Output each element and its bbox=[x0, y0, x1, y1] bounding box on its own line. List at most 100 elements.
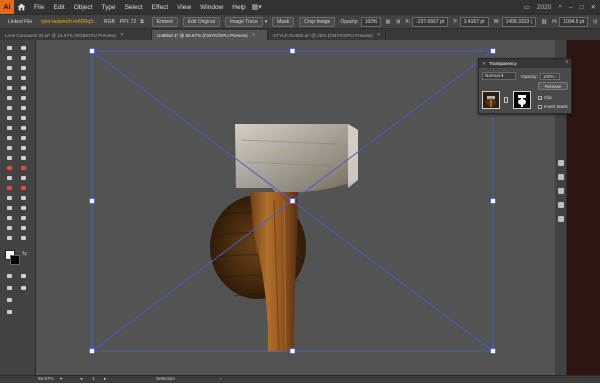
gradient-mode-icon[interactable] bbox=[19, 272, 28, 280]
menu-help[interactable]: Help bbox=[232, 4, 245, 11]
brushes-panel-icon[interactable] bbox=[558, 160, 564, 166]
opacity-mask-thumbnail[interactable] bbox=[513, 91, 531, 109]
align-icon[interactable]: ▤ bbox=[385, 19, 390, 25]
release-button[interactable]: Release bbox=[538, 82, 568, 90]
menu-select[interactable]: Select bbox=[125, 4, 143, 11]
screen-mode-icon[interactable] bbox=[5, 296, 14, 304]
crop-image-button[interactable]: Crop Image bbox=[299, 16, 336, 27]
minimize-icon[interactable]: – bbox=[569, 4, 573, 11]
y-field[interactable]: 3.4167 pt bbox=[459, 16, 489, 27]
slice-tool-icon[interactable] bbox=[5, 184, 14, 192]
mask-button[interactable]: Mask bbox=[272, 16, 295, 27]
object-thumbnail[interactable] bbox=[482, 91, 500, 109]
blend-mode-dropdown[interactable]: Normal ▾ bbox=[482, 72, 516, 80]
artboard-tool-icon[interactable] bbox=[19, 174, 28, 182]
reflect-tool-icon[interactable] bbox=[19, 114, 28, 122]
type-tool-icon[interactable] bbox=[5, 74, 14, 82]
menu-type[interactable]: Type bbox=[101, 4, 115, 11]
pencil-tool-icon[interactable] bbox=[19, 94, 28, 102]
column-graph-tool-icon[interactable] bbox=[5, 174, 14, 182]
symbol-sprayer-tool-icon[interactable] bbox=[19, 164, 28, 172]
chevron-down-icon[interactable]: ▾ bbox=[265, 19, 268, 25]
tab-untitled-1[interactable]: Untitled-1* @ 66.67% (CMYK/GPU Preview) ✕ bbox=[152, 30, 268, 40]
link-mask-icon[interactable] bbox=[504, 97, 508, 103]
draw-behind-icon[interactable] bbox=[19, 284, 28, 292]
more-tools-icon[interactable] bbox=[5, 308, 14, 316]
opacity-field[interactable]: 100% bbox=[360, 16, 382, 27]
menu-file[interactable]: File bbox=[34, 4, 44, 11]
live-paint-tool-icon[interactable] bbox=[19, 214, 28, 222]
mesh-tool-icon[interactable] bbox=[19, 144, 28, 152]
selection-tool-icon[interactable] bbox=[5, 44, 14, 52]
stroke-panel-icon[interactable] bbox=[558, 188, 564, 194]
star-tool-icon[interactable] bbox=[19, 204, 28, 212]
home-icon[interactable] bbox=[14, 0, 28, 14]
eraser-tool-icon[interactable] bbox=[5, 104, 14, 112]
close-tab-icon[interactable]: ✕ bbox=[377, 32, 381, 38]
constrain-icon[interactable]: ⛓ bbox=[541, 19, 547, 25]
restore-icon[interactable]: □ bbox=[580, 4, 584, 11]
rotate-tool-icon[interactable] bbox=[5, 114, 14, 122]
gradient-tool-icon[interactable] bbox=[5, 154, 14, 162]
x-field[interactable]: -237.6667 pt bbox=[412, 16, 449, 27]
magic-wand-tool-icon[interactable] bbox=[5, 54, 14, 62]
embed-button[interactable]: Embed bbox=[151, 16, 178, 27]
eyedropper-tool-icon[interactable] bbox=[19, 154, 28, 162]
arrange-documents-icon[interactable]: ▦▾ bbox=[252, 3, 262, 11]
next-artboard-icon[interactable]: ▸ bbox=[104, 376, 106, 382]
close-panel-icon[interactable]: ✕ bbox=[482, 61, 486, 67]
prev-artboard-icon[interactable]: ◂ bbox=[80, 376, 82, 382]
menu-window[interactable]: Window bbox=[200, 4, 223, 11]
link-icon[interactable]: ⧉ bbox=[140, 19, 144, 25]
pen-tool-icon[interactable] bbox=[5, 64, 14, 72]
twirl-tool-icon[interactable] bbox=[19, 234, 28, 242]
transform-icon[interactable]: ⊡ bbox=[593, 19, 597, 25]
draw-normal-icon[interactable] bbox=[5, 284, 14, 292]
zoom-tool-icon[interactable] bbox=[5, 194, 14, 202]
free-transform-tool-icon[interactable] bbox=[5, 134, 14, 142]
search-icon[interactable]: ⌕ bbox=[558, 3, 562, 11]
menu-object[interactable]: Object bbox=[74, 4, 93, 11]
swap-colors-icon[interactable]: ⇆ bbox=[22, 250, 27, 257]
zoom-level[interactable]: 66.67% bbox=[38, 376, 54, 381]
symbols-panel-icon[interactable] bbox=[558, 174, 564, 180]
panel-title[interactable]: Transparency bbox=[489, 61, 517, 66]
menu-effect[interactable]: Effect bbox=[152, 4, 169, 11]
blend-tool-icon[interactable] bbox=[5, 164, 14, 172]
smooth-tool-icon[interactable] bbox=[19, 224, 28, 232]
edit-original-button[interactable]: Edit Original bbox=[182, 16, 220, 27]
gradient-panel-icon[interactable] bbox=[558, 202, 564, 208]
linked-file-label[interactable]: Linked File bbox=[8, 19, 32, 25]
print-tiling-tool-icon[interactable] bbox=[19, 194, 28, 202]
close-tab-icon[interactable]: ✕ bbox=[120, 32, 124, 38]
close-icon[interactable]: ✕ bbox=[591, 3, 596, 11]
perspective-grid-tool-icon[interactable] bbox=[5, 144, 14, 152]
height-field[interactable]: 1094.5 pt bbox=[559, 16, 589, 27]
zoom-dropdown-icon[interactable]: ▾ bbox=[60, 376, 62, 382]
link-file-name[interactable]: tyler-lastovich-ro6O6q3... bbox=[41, 19, 97, 25]
axe-head[interactable] bbox=[235, 124, 358, 192]
paintbrush-tool-icon[interactable] bbox=[19, 84, 28, 92]
tab-style-guide[interactable]: STYLE GUIDE.ai* @ 25% (CMYK/GPU Preview)… bbox=[268, 30, 386, 40]
puppet-warp-tool-icon[interactable] bbox=[5, 214, 14, 222]
appearance-panel-icon[interactable] bbox=[558, 216, 564, 222]
line-tool-icon[interactable] bbox=[19, 74, 28, 82]
close-tab-icon[interactable]: ✕ bbox=[252, 32, 256, 38]
lasso-tool-icon[interactable] bbox=[19, 54, 28, 62]
curvature-tool-icon[interactable] bbox=[19, 64, 28, 72]
image-trace-button[interactable]: Image Trace bbox=[224, 16, 263, 27]
panel-opacity-field[interactable]: 100% › bbox=[539, 72, 560, 80]
scale-tool-icon[interactable] bbox=[5, 124, 14, 132]
menu-view[interactable]: View bbox=[177, 4, 191, 11]
invert-mask-checkbox[interactable]: Invert Mask bbox=[538, 104, 568, 109]
panel-menu-icon[interactable]: ≡ bbox=[565, 59, 568, 64]
menu-edit[interactable]: Edit bbox=[53, 4, 64, 11]
edit-toolbar-icon[interactable] bbox=[5, 204, 14, 212]
hand-tool-icon[interactable] bbox=[19, 184, 28, 192]
width-field[interactable]: 1458.3333 | bbox=[501, 16, 536, 27]
scissors-tool-icon[interactable] bbox=[19, 104, 28, 112]
direct-selection-tool-icon[interactable] bbox=[19, 44, 28, 52]
color-mode-icon[interactable] bbox=[5, 272, 14, 280]
status-arrow-icon[interactable]: › bbox=[220, 376, 222, 381]
rectangle-tool-icon[interactable] bbox=[5, 84, 14, 92]
